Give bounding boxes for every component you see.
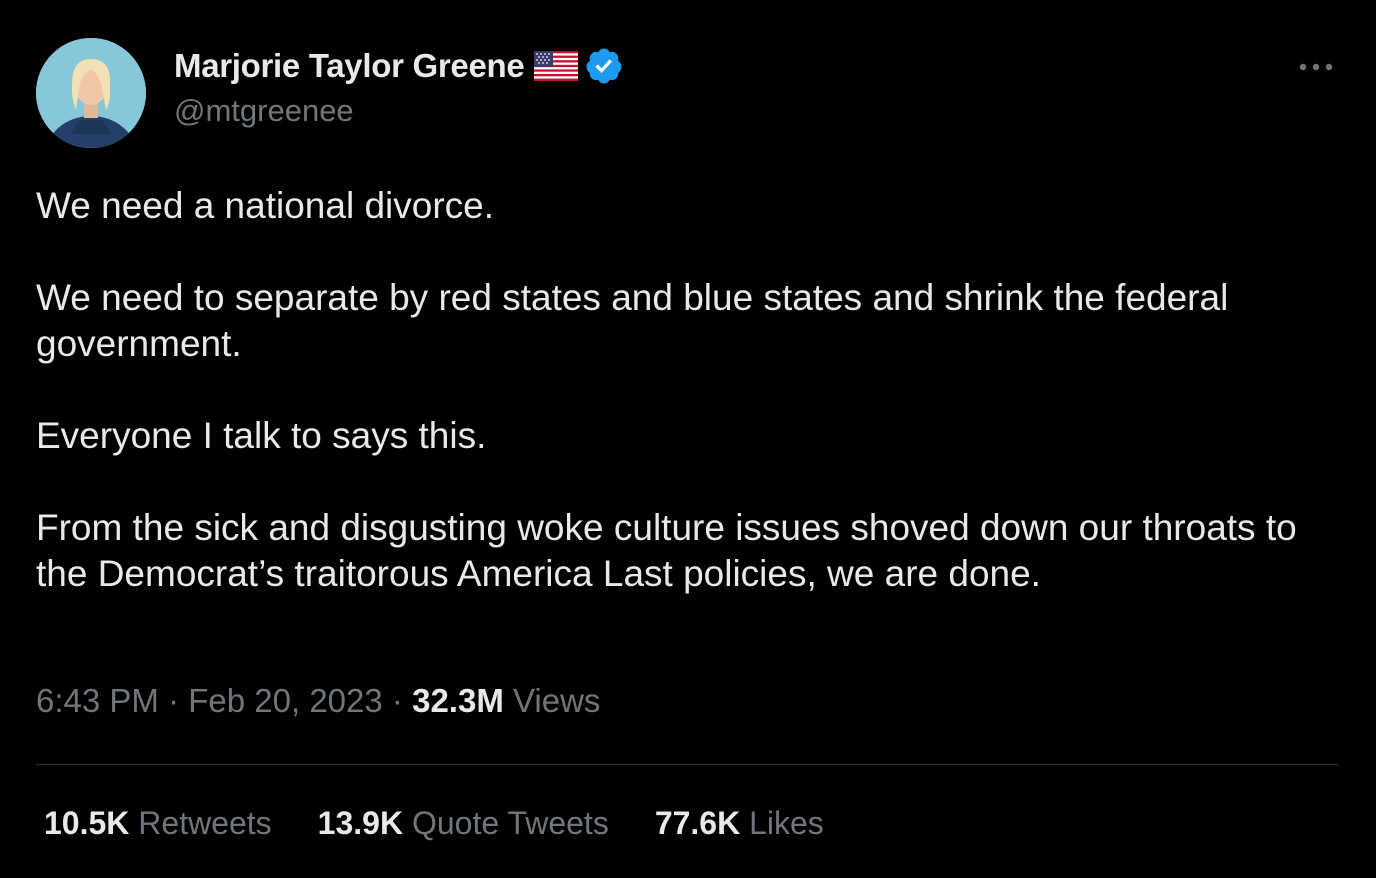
quote-tweets-stat[interactable]: 13.9K Quote Tweets <box>318 805 609 842</box>
views-count: 32.3M <box>412 682 504 719</box>
tweet-paragraph: Everyone I talk to says this. <box>36 415 487 456</box>
verified-badge-icon[interactable] <box>584 46 624 86</box>
retweets-label: Retweets <box>138 805 272 841</box>
engagement-stats: 10.5K Retweets 13.9K Quote Tweets 77.6K … <box>44 805 824 842</box>
more-options-button[interactable] <box>1296 56 1336 78</box>
tweet-text: We need a national divorce. We need to s… <box>36 183 1336 597</box>
avatar[interactable] <box>36 38 146 148</box>
tweet-date[interactable]: Feb 20, 2023 <box>188 682 383 719</box>
meta-separator: · <box>168 682 180 719</box>
retweets-count: 10.5K <box>44 805 130 841</box>
avatar-photo <box>36 38 146 148</box>
likes-count: 77.6K <box>654 805 741 841</box>
tweet-paragraph: From the sick and disgusting woke cultur… <box>36 507 1297 594</box>
likes-label: Likes <box>749 805 824 841</box>
tweet-time[interactable]: 6:43 PM <box>36 682 159 719</box>
divider <box>36 764 1338 765</box>
meta-separator: · <box>391 682 403 719</box>
author-handle[interactable]: @mtgreenee <box>174 93 354 129</box>
quote-tweets-count: 13.9K <box>317 805 404 841</box>
us-flag-icon <box>534 51 579 81</box>
author-name-row: Marjorie Taylor Greene <box>174 44 624 88</box>
likes-stat[interactable]: 77.6K Likes <box>655 805 824 842</box>
quote-tweets-label: Quote Tweets <box>411 805 609 841</box>
views-label: Views <box>512 682 601 719</box>
tweet-card: Marjorie Taylor Greene @mtgreenee We nee… <box>0 0 1376 878</box>
retweets-stat[interactable]: 10.5K Retweets <box>44 805 272 842</box>
author-display-name[interactable]: Marjorie Taylor Greene <box>174 47 525 85</box>
tweet-paragraph: We need a national divorce. <box>36 185 495 226</box>
tweet-paragraph: We need to separate by red states and bl… <box>36 277 1229 364</box>
more-horizontal-icon <box>1299 63 1333 71</box>
tweet-meta: 6:43 PM · Feb 20, 2023 · 32.3M Views <box>36 682 600 720</box>
